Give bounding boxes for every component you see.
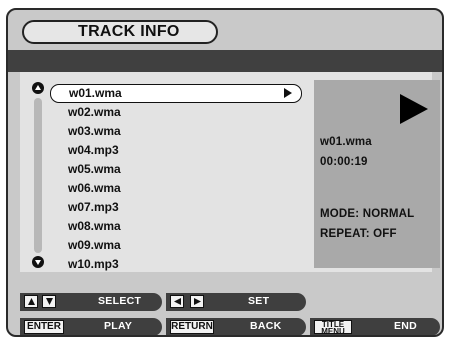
set-label: SET <box>248 295 270 307</box>
enter-key[interactable]: ENTER <box>24 320 64 334</box>
play-control[interactable]: ENTER PLAY <box>20 318 162 335</box>
play-status-icon <box>400 94 428 124</box>
list-item[interactable]: w10.mp3 <box>50 255 302 274</box>
list-item[interactable]: w06.wma <box>50 179 302 198</box>
select-label: SELECT <box>98 295 142 307</box>
left-key-icon[interactable] <box>170 295 184 308</box>
list-item[interactable]: w08.wma <box>50 217 302 236</box>
scroll-down-icon[interactable] <box>32 256 44 268</box>
file-name: w03.wma <box>68 124 121 138</box>
right-key-icon[interactable] <box>190 295 204 308</box>
page-title: TRACK INFO <box>78 23 180 40</box>
list-item[interactable]: w05.wma <box>50 160 302 179</box>
list-item[interactable]: w03.wma <box>50 122 302 141</box>
up-key-icon[interactable] <box>24 295 38 308</box>
main-panel: w01.wma w02.wma w03.wma w04.mp3 w05.wma … <box>20 72 440 274</box>
file-name: w06.wma <box>68 181 121 195</box>
list-item[interactable]: w01.wma <box>50 84 302 103</box>
set-control[interactable]: SET <box>166 293 306 311</box>
file-name: w10.mp3 <box>68 257 119 271</box>
info-elapsed-time: 00:00:19 <box>320 156 368 168</box>
list-item[interactable]: w07.mp3 <box>50 198 302 217</box>
scrollbar[interactable] <box>32 82 46 268</box>
list-item[interactable]: w02.wma <box>50 103 302 122</box>
select-control[interactable]: SELECT <box>20 293 162 311</box>
list-item[interactable]: w09.wma <box>50 236 302 255</box>
track-info-screen: TRACK INFO w01.wma w02.wma w03.wma w04.m… <box>6 8 444 337</box>
back-label: BACK <box>250 320 282 332</box>
info-filename: w01.wma <box>320 136 372 148</box>
title-menu-key[interactable]: TITLE MENU <box>314 320 352 336</box>
file-name: w07.mp3 <box>68 200 119 214</box>
file-name: w01.wma <box>69 86 122 100</box>
down-key-icon[interactable] <box>42 295 56 308</box>
file-list: w01.wma w02.wma w03.wma w04.mp3 w05.wma … <box>50 84 302 274</box>
track-info-box: w01.wma 00:00:19 MODE: NORMAL REPEAT: OF… <box>314 80 440 268</box>
file-name: w05.wma <box>68 162 121 176</box>
back-control[interactable]: RETURN BACK <box>166 318 306 335</box>
file-name: w09.wma <box>68 238 121 252</box>
info-repeat: REPEAT: OFF <box>320 228 397 240</box>
title-menu-line2: MENU <box>321 327 345 336</box>
file-name: w08.wma <box>68 219 121 233</box>
header-band <box>8 50 442 72</box>
play-icon <box>284 88 292 98</box>
info-mode: MODE: NORMAL <box>320 208 415 220</box>
play-label: PLAY <box>104 320 133 332</box>
end-control[interactable]: TITLE MENU END <box>310 318 440 336</box>
scroll-track[interactable] <box>34 98 42 253</box>
file-name: w04.mp3 <box>68 143 119 157</box>
return-key[interactable]: RETURN <box>170 320 214 334</box>
end-label: END <box>394 320 418 332</box>
title-pill: TRACK INFO <box>22 20 218 44</box>
list-item[interactable]: w04.mp3 <box>50 141 302 160</box>
file-name: w02.wma <box>68 105 121 119</box>
scroll-up-icon[interactable] <box>32 82 44 94</box>
